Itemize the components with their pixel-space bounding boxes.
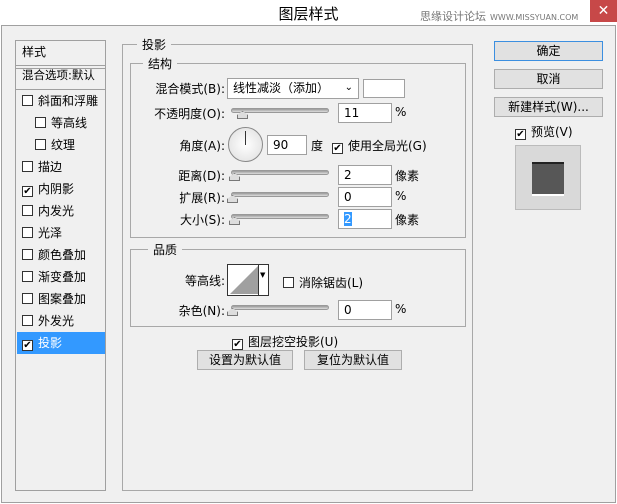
style-item-label: 颜色叠加 [38,248,87,262]
distance-input[interactable]: 2 [338,165,392,185]
checkbox-checked-icon: ✔ [515,129,526,140]
checkbox-unchecked-icon[interactable] [35,117,46,128]
opacity-label: 不透明度(O): [154,107,225,121]
style-item-label: 内阴影 [38,182,75,196]
knockout-checkbox[interactable]: ✔ 图层挖空投影(U) [232,333,338,350]
noise-unit: % [395,302,407,316]
style-item-label: 描边 [38,160,63,174]
angle-unit: 度 [311,139,324,153]
spread-label: 扩展(R): [179,191,225,205]
checkbox-unchecked-icon[interactable] [35,139,46,150]
size-unit: 像素 [395,213,420,227]
styles-list: 样式 混合选项:默认 斜面和浮雕等高线纹理描边 ✔ 内阴影内发光光泽颜色叠加渐变叠加… [15,40,106,491]
checkbox-unchecked-icon[interactable] [22,249,33,260]
noise-input[interactable]: 0 [338,300,392,320]
chevron-down-icon: ⌄ [344,82,353,93]
checkbox-unchecked-icon[interactable] [22,271,33,282]
style-item[interactable]: 内发光 [17,200,105,222]
spread-input[interactable]: 0 [338,187,392,207]
style-item[interactable]: 渐变叠加 [17,266,105,288]
quality-title: 品质 [148,241,183,258]
set-default-button[interactable]: 设置为默认值 [197,350,293,370]
style-item-label: 内发光 [38,204,75,218]
style-item[interactable]: 图案叠加 [17,288,105,310]
opacity-slider[interactable] [231,108,329,113]
reset-default-button[interactable]: 复位为默认值 [304,350,402,370]
style-item[interactable]: 颜色叠加 [17,244,105,266]
watermark: 思缘设计论坛 WWW.MISSYUAN.COM [420,10,579,23]
preview-checkbox[interactable]: ✔ 预览(V) [515,123,573,140]
checkbox-unchecked-icon[interactable] [22,293,33,304]
contour-picker[interactable]: ▼ [227,264,269,296]
checkbox-checked-icon: ✔ [232,339,243,350]
shadow-color-swatch[interactable] [363,79,405,98]
drop-shadow-title: 投影 [137,36,172,53]
style-item-label: 等高线 [51,116,88,130]
style-item-label: 外发光 [38,314,75,328]
style-item[interactable]: 外发光 [17,310,105,332]
style-item-label: 光泽 [38,226,63,240]
checkbox-unchecked-icon[interactable] [22,205,33,216]
ok-button[interactable]: 确定 [494,41,603,61]
checkbox-unchecked-icon[interactable] [22,227,33,238]
checkbox-unchecked-icon[interactable] [22,95,33,106]
spread-slider[interactable] [231,192,329,197]
style-item[interactable]: 纹理 [17,134,105,156]
checkbox-unchecked-icon[interactable] [22,161,33,172]
dropdown-arrow-icon: ▼ [260,271,266,279]
angle-dial[interactable] [228,127,263,162]
angle-input[interactable]: 90 [267,135,307,155]
style-item[interactable]: ✔ 内阴影 [17,178,105,200]
opacity-unit: % [395,105,407,119]
style-item[interactable]: 斜面和浮雕 [17,90,105,112]
angle-label: 角度(A): [179,139,225,153]
preview-square [532,162,564,194]
checkbox-unchecked-icon[interactable] [22,315,33,326]
checkbox-checked-icon[interactable]: ✔ [22,340,33,351]
preview-swatch [515,145,581,210]
style-item[interactable]: 描边 [17,156,105,178]
distance-slider[interactable] [231,170,329,175]
style-item[interactable]: 等高线 [17,112,105,134]
distance-label: 距离(D): [178,169,225,183]
style-item[interactable]: 光泽 [17,222,105,244]
distance-unit: 像素 [395,169,420,183]
antialias-checkbox[interactable]: 消除锯齿(L) [283,274,363,291]
close-button[interactable]: ✕ [590,0,617,22]
style-item-label: 投影 [38,336,63,350]
style-item-label: 图案叠加 [38,292,87,306]
cancel-button[interactable]: 取消 [494,69,603,89]
checkbox-checked-icon: ✔ [332,143,343,154]
noise-slider[interactable] [231,305,329,310]
new-style-button[interactable]: 新建样式(W)... [494,97,603,117]
size-slider[interactable] [231,214,329,219]
blend-options[interactable]: 混合选项:默认 [17,64,105,86]
style-item-label: 渐变叠加 [38,270,87,284]
blend-mode-label: 混合模式(B): [155,82,225,96]
noise-label: 杂色(N): [178,304,225,318]
styles-header[interactable]: 样式 [17,41,105,63]
size-label: 大小(S): [179,213,225,227]
size-input[interactable]: 2 [338,209,392,229]
blend-mode-select[interactable]: 线性减淡（添加） ⌄ [227,78,359,99]
checkbox-unchecked-icon [283,277,294,288]
checkbox-checked-icon[interactable]: ✔ [22,186,33,197]
style-item-label: 斜面和浮雕 [38,94,99,108]
structure-title: 结构 [143,55,178,72]
opacity-input[interactable]: 11 [338,103,392,123]
style-item[interactable]: ✔ 投影 [17,332,105,354]
spread-unit: % [395,189,407,203]
global-light-checkbox[interactable]: ✔ 使用全局光(G) [332,137,427,154]
contour-label: 等高线: [184,274,225,288]
style-item-label: 纹理 [51,138,76,152]
contour-curve-icon [230,266,258,294]
